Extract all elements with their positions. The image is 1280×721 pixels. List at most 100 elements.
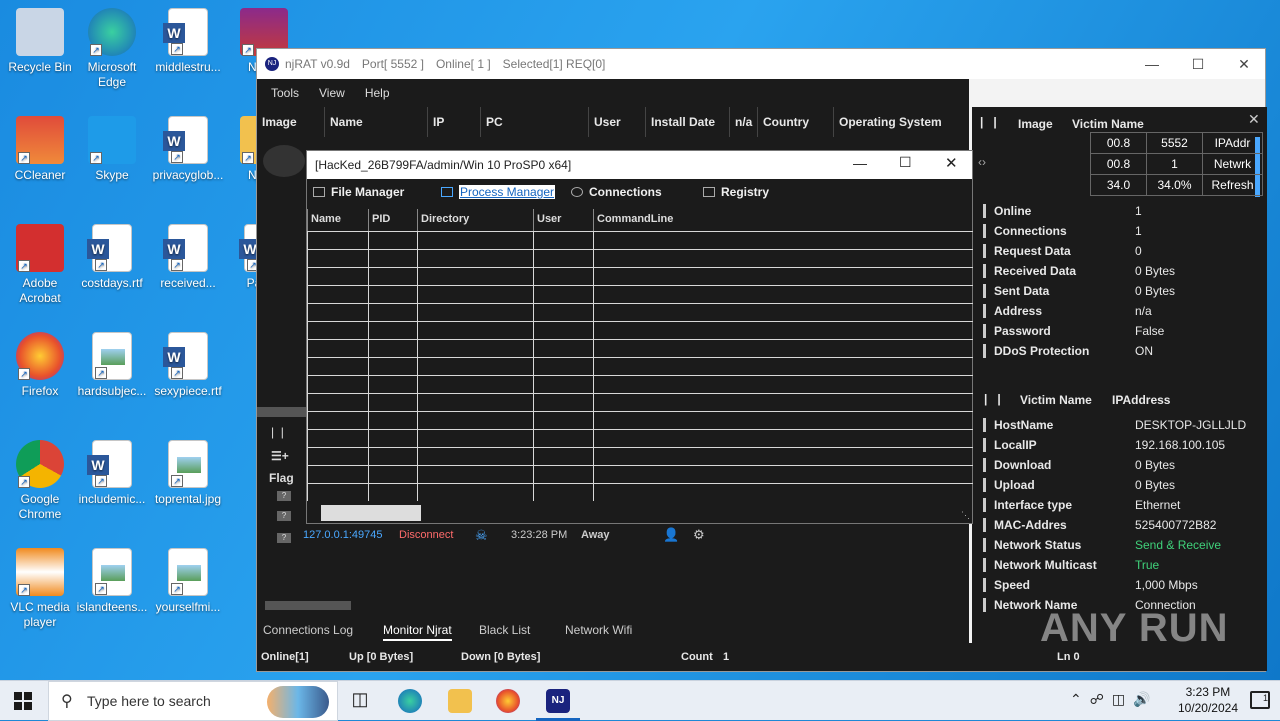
- desktop-icon[interactable]: Recycle Bin: [2, 8, 78, 75]
- firefox-taskbar-icon[interactable]: [496, 689, 520, 713]
- add-column-icon[interactable]: ☰+: [271, 449, 289, 463]
- info-key: DDoS Protection: [983, 344, 1129, 358]
- skull-icon[interactable]: ☠: [475, 527, 488, 544]
- col-country[interactable]: Country: [757, 107, 833, 137]
- desktop-icon[interactable]: ↗ Microsoft Edge: [74, 8, 150, 90]
- tab-connections[interactable]: Connections: [571, 185, 662, 199]
- task-view-icon[interactable]: ◫: [348, 689, 372, 713]
- tray-icons[interactable]: ⌃☍◫🔊: [1070, 691, 1159, 708]
- tab-connections-log[interactable]: Connections Log: [263, 623, 353, 637]
- menu-view[interactable]: View: [319, 86, 345, 100]
- horizontal-scrollbar[interactable]: [265, 601, 351, 610]
- col-proc-commandline[interactable]: CommandLine: [593, 209, 973, 231]
- client-thumbnail[interactable]: [263, 145, 305, 177]
- splitter-icon[interactable]: | |: [271, 425, 284, 439]
- desktop-icon[interactable]: ↗ VLC media player: [2, 548, 78, 630]
- grid-cell[interactable]: Refresh: [1202, 174, 1263, 196]
- col-user[interactable]: User: [588, 107, 645, 137]
- table-row[interactable]: [307, 231, 973, 249]
- dialog-hscrollbar[interactable]: [321, 505, 421, 521]
- pane-scroll[interactable]: [257, 407, 307, 417]
- file-explorer-icon[interactable]: [448, 689, 472, 713]
- desktop-icon[interactable]: ↗ includemic...: [74, 440, 150, 507]
- collapse-icon[interactable]: ‹›: [978, 155, 986, 169]
- grid-cell[interactable]: Netwrk: [1202, 153, 1263, 175]
- col-na[interactable]: n/a: [729, 107, 757, 137]
- col-os[interactable]: Operating System: [833, 107, 953, 137]
- tab-black-list[interactable]: Black List: [479, 623, 530, 637]
- njrat-taskbar-icon[interactable]: NJ: [546, 689, 570, 713]
- edge-taskbar-icon[interactable]: [398, 689, 422, 713]
- right-panel-splitter[interactable]: | |: [980, 115, 997, 129]
- info-key: Received Data: [983, 264, 1129, 278]
- desktop-icon[interactable]: ↗ privacyglob...: [150, 116, 226, 183]
- col-proc-user[interactable]: User: [533, 209, 593, 231]
- dialog-minimize-icon[interactable]: —: [853, 155, 867, 171]
- desktop-icon[interactable]: ↗ received...: [150, 224, 226, 291]
- notification-icon[interactable]: 1: [1250, 691, 1270, 709]
- col-proc-pid[interactable]: PID: [368, 209, 417, 231]
- table-row[interactable]: [307, 393, 973, 411]
- col-pc[interactable]: PC: [480, 107, 588, 137]
- table-row[interactable]: [307, 375, 973, 393]
- desktop-icon[interactable]: ↗ hardsubjec...: [74, 332, 150, 399]
- start-button[interactable]: [14, 692, 32, 710]
- col-install-date[interactable]: Install Date: [645, 107, 729, 137]
- table-row[interactable]: [307, 429, 973, 447]
- desktop-icon[interactable]: ↗ Adobe Acrobat: [2, 224, 78, 306]
- minimize-icon[interactable]: —: [1129, 49, 1175, 79]
- table-row[interactable]: [307, 357, 973, 375]
- net-splitter-icon[interactable]: | |: [984, 392, 1001, 406]
- tab-file-manager[interactable]: File Manager: [313, 185, 404, 199]
- grid-divider: [533, 231, 534, 501]
- col-image[interactable]: Image: [257, 107, 324, 137]
- menu-help[interactable]: Help: [365, 86, 390, 100]
- desktop-icon[interactable]: ↗ Skype: [74, 116, 150, 183]
- user-icon[interactable]: 👤: [663, 527, 679, 543]
- close-icon[interactable]: ✕: [1221, 49, 1267, 79]
- dialog-close-icon[interactable]: ✕: [945, 154, 958, 172]
- table-row[interactable]: [307, 303, 973, 321]
- maximize-icon[interactable]: ☐: [1175, 49, 1221, 79]
- table-row[interactable]: [307, 267, 973, 285]
- table-row[interactable]: [307, 447, 973, 465]
- tab-registry[interactable]: Registry: [703, 185, 769, 199]
- table-row[interactable]: [307, 411, 973, 429]
- info-value: 0: [1135, 244, 1142, 258]
- desktop-icon[interactable]: ↗ sexypiece.rtf: [150, 332, 226, 399]
- taskbar-search[interactable]: ⚲ Type here to search: [48, 681, 338, 721]
- desktop-icon[interactable]: ↗ Google Chrome: [2, 440, 78, 522]
- desktop-icon[interactable]: ↗ middlestru...: [150, 8, 226, 75]
- table-row[interactable]: [307, 483, 973, 501]
- col-name[interactable]: Name: [324, 107, 427, 137]
- col-proc-name[interactable]: Name: [307, 209, 368, 231]
- info-value: 1: [1135, 224, 1142, 238]
- shortcut-arrow-icon: ↗: [95, 475, 107, 487]
- table-row[interactable]: [307, 339, 973, 357]
- clock[interactable]: 3:23 PM 10/20/2024: [1178, 684, 1238, 716]
- table-row[interactable]: [307, 465, 973, 483]
- settings-user-icon[interactable]: ⚙: [693, 527, 705, 543]
- panel-close-icon[interactable]: ✕: [1248, 111, 1260, 128]
- tab-monitor-njrat[interactable]: Monitor Njrat: [383, 623, 452, 641]
- desktop-icon[interactable]: ↗ Firefox: [2, 332, 78, 399]
- table-row[interactable]: [307, 249, 973, 267]
- desktop-icon[interactable]: ↗ costdays.rtf: [74, 224, 150, 291]
- dialog-maximize-icon[interactable]: ☐: [899, 154, 912, 171]
- grid-cell[interactable]: IPAddr: [1202, 132, 1263, 154]
- menu-tools[interactable]: Tools: [271, 86, 299, 100]
- info-key: Download: [983, 458, 1129, 472]
- col-proc-directory[interactable]: Directory: [417, 209, 533, 231]
- desktop-icon[interactable]: ↗ islandteens...: [74, 548, 150, 615]
- table-row[interactable]: [307, 285, 973, 303]
- desktop-icon[interactable]: ↗ CCleaner: [2, 116, 78, 183]
- resize-grip-icon[interactable]: ⋱: [961, 510, 970, 521]
- tab-process-manager[interactable]: Process Manager: [441, 185, 556, 199]
- tab-network-wifi[interactable]: Network Wifi: [565, 623, 632, 637]
- col-ip[interactable]: IP: [427, 107, 480, 137]
- client-ip[interactable]: 127.0.0.1:49745: [303, 529, 383, 541]
- desktop-icon[interactable]: ↗ yourselfmi...: [150, 548, 226, 615]
- disconnect-link[interactable]: Disconnect: [399, 529, 453, 541]
- table-row[interactable]: [307, 321, 973, 339]
- desktop-icon[interactable]: ↗ toprental.jpg: [150, 440, 226, 507]
